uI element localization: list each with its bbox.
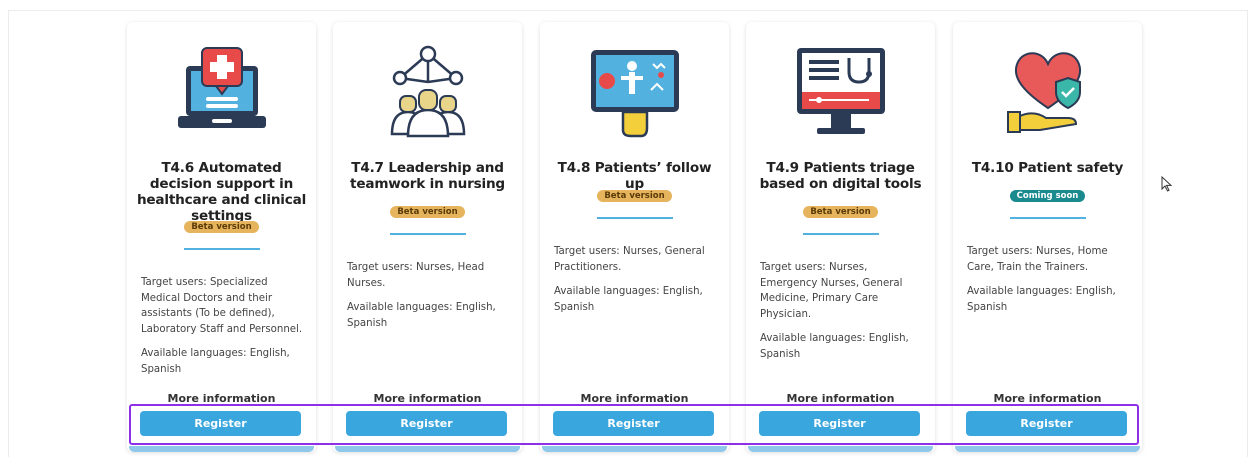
card-bottom-bar: [335, 446, 520, 452]
card-description: Target users: Nurses, Emergency Nurses, …: [760, 260, 925, 371]
course-card: T4.9 Patients triage based on digital to…: [746, 22, 935, 452]
divider: [183, 248, 260, 250]
target-users-text: Target users: Nurses, Head Nurses.: [347, 262, 485, 289]
status-badge: Beta version: [803, 206, 878, 218]
card-title: T4.9 Patients triage based on digital to…: [759, 160, 922, 192]
languages-text: Available languages: English, Spanish: [967, 286, 1116, 313]
status-badge: Beta version: [184, 221, 259, 233]
card-title: T4.7 Leadership and teamwork in nursing: [350, 160, 505, 192]
languages-text: Available languages: English, Spanish: [141, 348, 290, 375]
register-button[interactable]: Register: [759, 411, 920, 436]
target-users-text: Target users: Specialized Medical Doctor…: [141, 277, 303, 335]
divider: [596, 217, 673, 219]
tablet-patient-health-icon: [540, 40, 729, 144]
card-description: Target users: Specialized Medical Doctor…: [141, 275, 306, 386]
course-card: T4.6 Automated decision support in healt…: [127, 22, 316, 452]
languages-text: Available languages: English, Spanish: [554, 286, 703, 313]
mouse-cursor-icon: [1161, 176, 1173, 192]
card-bottom-bar: [955, 446, 1140, 452]
target-users-text: Target users: Nurses, Emergency Nurses, …: [760, 262, 903, 320]
card-bottom-bar: [542, 446, 727, 452]
target-users-text: Target users: Nurses, General Practition…: [554, 246, 705, 273]
register-button[interactable]: Register: [140, 411, 301, 436]
course-card: T4.7 Leadership and teamwork in nursing …: [333, 22, 522, 452]
register-button[interactable]: Register: [966, 411, 1127, 436]
status-badge: Coming soon: [1009, 190, 1086, 202]
card-description: Target users: Nurses, Home Care, Train t…: [967, 244, 1132, 324]
divider: [389, 233, 466, 235]
more-information-link[interactable]: More information: [746, 392, 935, 405]
card-bottom-bar: [748, 446, 933, 452]
card-description: Target users: Nurses, Head Nurses. Avail…: [347, 260, 512, 340]
card-description: Target users: Nurses, General Practition…: [554, 244, 719, 324]
heart-shield-hand-icon: [953, 40, 1142, 144]
target-users-text: Target users: Nurses, Home Care, Train t…: [967, 246, 1108, 273]
divider: [1009, 217, 1086, 219]
card-title: T4.10 Patient safety: [971, 160, 1124, 176]
course-card: T4.8 Patients’ follow up Beta version Ta…: [540, 22, 729, 452]
team-network-nurses-icon: [333, 40, 522, 144]
monitor-stethoscope-icon: [746, 40, 935, 144]
more-information-link[interactable]: More information: [953, 392, 1142, 405]
course-card: T4.10 Patient safety Coming soon Target …: [953, 22, 1142, 452]
status-badge: Beta version: [390, 206, 465, 218]
languages-text: Available languages: English, Spanish: [760, 333, 909, 360]
more-information-link[interactable]: More information: [127, 392, 316, 405]
more-information-link[interactable]: More information: [333, 392, 522, 405]
more-information-link[interactable]: More information: [540, 392, 729, 405]
register-button[interactable]: Register: [553, 411, 714, 436]
divider: [802, 233, 879, 235]
register-button[interactable]: Register: [346, 411, 507, 436]
card-bottom-bar: [129, 446, 314, 452]
status-badge: Beta version: [597, 190, 672, 202]
computer-medical-alert-icon: [127, 40, 316, 144]
languages-text: Available languages: English, Spanish: [347, 302, 496, 329]
